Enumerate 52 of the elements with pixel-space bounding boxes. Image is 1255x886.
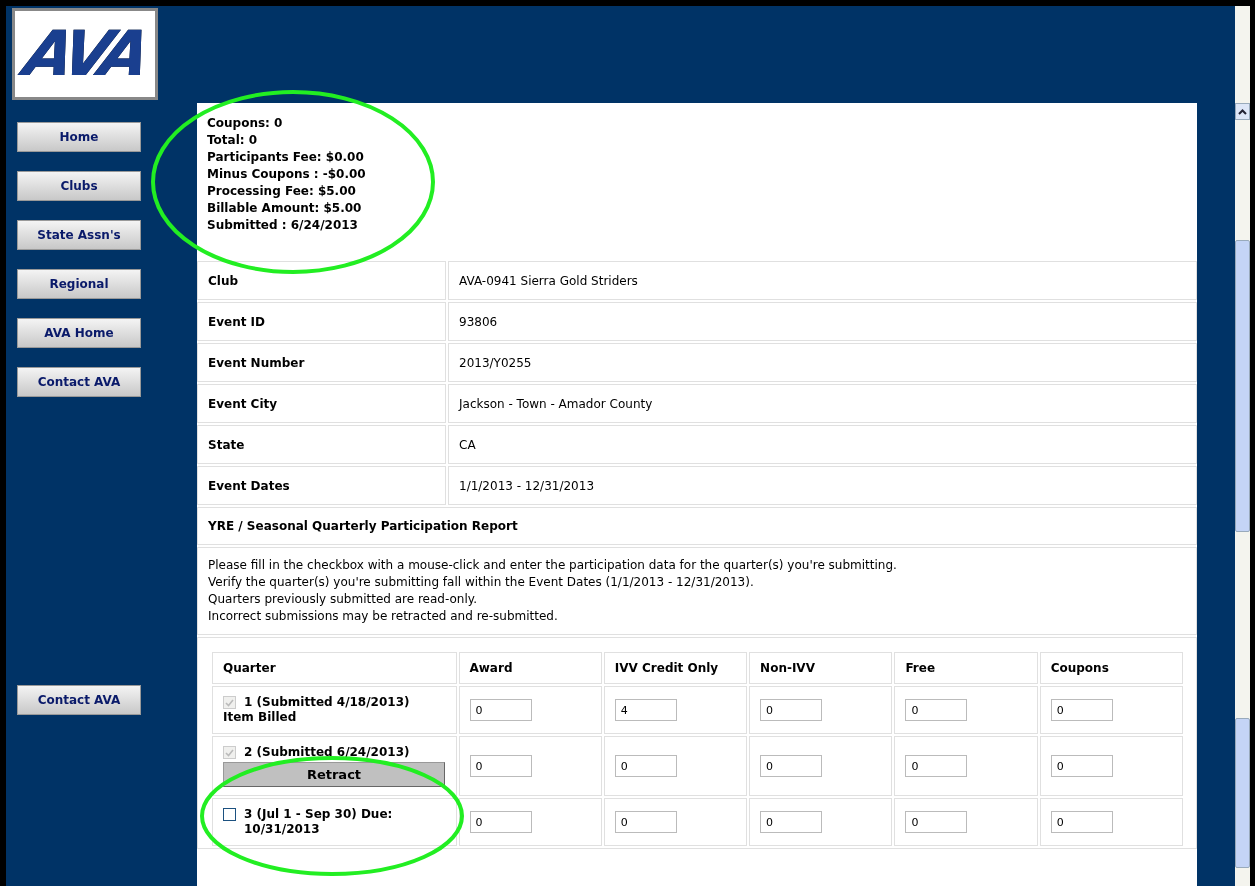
scroll-up-icon[interactable] (1235, 103, 1250, 120)
number-field[interactable]: 0 (905, 811, 968, 833)
scroll-thumb[interactable] (1235, 718, 1250, 868)
summary-line: Minus Coupons : -$0.00 (207, 166, 367, 183)
detail-label: Event ID (208, 313, 266, 331)
nav-button[interactable]: AVA Home (17, 318, 141, 348)
column-header: IVV Credit Only (614, 661, 719, 675)
detail-value: 1/1/2013 - 12/31/2013 (459, 477, 595, 495)
summary-line: Billable Amount: $5.00 (207, 200, 363, 217)
number-field[interactable]: 0 (469, 811, 532, 833)
column-header: Free (905, 661, 935, 675)
billed-note: Item Billed (223, 710, 298, 725)
detail-value: CA (459, 436, 476, 454)
column-header: Non-IVV (760, 661, 815, 675)
number-field[interactable]: 0 (614, 811, 677, 833)
detail-value: Jackson - Town - Amador County (459, 395, 653, 413)
logo-text: AVA (19, 23, 151, 85)
quarter-label: 3 (Jul 1 - Sep 30) Due: 10/31/2013 (244, 807, 394, 837)
detail-label: Event Dates (208, 477, 290, 495)
scrollbar[interactable] (1235, 6, 1250, 886)
column-header: Quarter (223, 661, 276, 675)
instruction-text: Verify the quarter(s) you're submitting fall within the Event Dates (1/1/2013 - 12/31/2013). (208, 574, 755, 591)
column-header: Coupons (1050, 661, 1109, 675)
detail-label: Club (208, 272, 239, 290)
summary-line: Participants Fee: $0.00 (207, 149, 365, 166)
scroll-thumb[interactable] (1235, 240, 1250, 532)
instruction-text: Incorrect submissions may be retracted and re-submitted. (208, 608, 559, 625)
summary-line: Total: 0 (207, 132, 259, 149)
quarter-label: 2 (Submitted 6/24/2013) (244, 745, 410, 760)
report-title: YRE / Seasonal Quarterly Participation Report (208, 518, 518, 535)
detail-value: 2013/Y0255 (459, 354, 532, 372)
nav-button[interactable]: Regional (17, 269, 141, 299)
summary-line: Processing Fee: $5.00 (207, 183, 357, 200)
instruction-text: Quarters previously submitted are read-only. (208, 591, 478, 608)
instruction-text: Please fill in the checkbox with a mouse-click and enter the participation data for the quarter(s) you're submitting. (208, 557, 898, 574)
detail-value: 93806 (459, 313, 498, 331)
detail-label: Event Number (208, 354, 305, 372)
number-field[interactable]: 0 (760, 811, 823, 833)
nav-button[interactable]: State Assn's (17, 220, 141, 250)
summary-line: Submitted : 6/24/2013 (207, 217, 359, 234)
detail-label: Event City (208, 395, 278, 413)
summary-line: Coupons: 0 (207, 115, 284, 132)
nav-button[interactable]: Contact AVA (17, 685, 141, 715)
nav-button[interactable]: Contact AVA (17, 367, 141, 397)
number-field[interactable]: 0 (1050, 811, 1113, 833)
quarter-label: 1 (Submitted 4/18/2013) (244, 695, 410, 710)
nav-button[interactable]: Home (17, 122, 141, 152)
nav-button[interactable]: Clubs (17, 171, 141, 201)
quarter-checkbox[interactable] (223, 808, 236, 821)
detail-value: AVA-0941 Sierra Gold Striders (459, 272, 638, 290)
detail-label: State (208, 436, 245, 454)
column-header: Award (469, 661, 513, 675)
